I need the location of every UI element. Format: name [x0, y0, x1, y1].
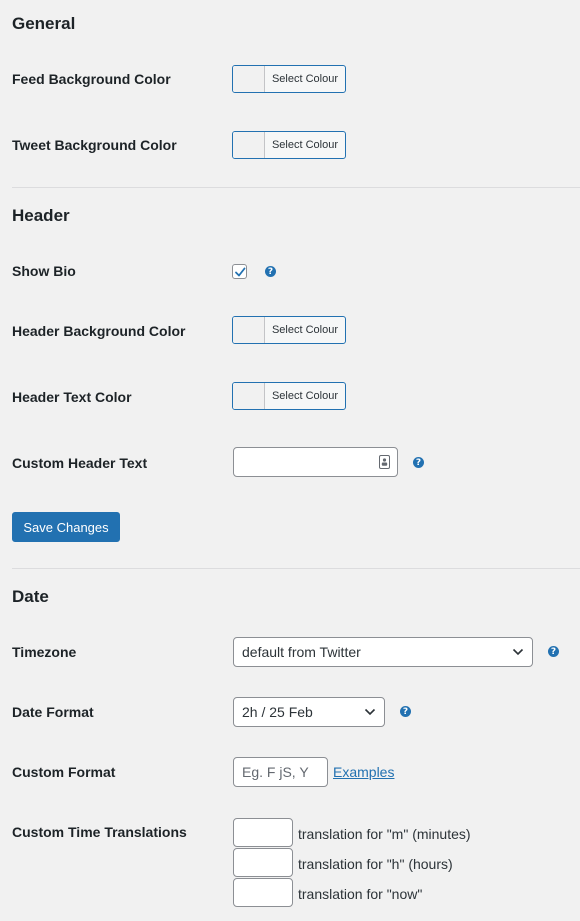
select-colour-label: Select Colour [271, 390, 339, 402]
tweet-bg-color-button[interactable]: Select Colour [232, 131, 346, 159]
select-colour-label: Select Colour [271, 73, 339, 85]
feed-bg-label: Feed Background Color [12, 71, 171, 87]
header-bg-label: Header Background Color [12, 323, 186, 339]
save-changes-button[interactable]: Save Changes [12, 512, 120, 542]
color-swatch [233, 66, 265, 92]
custom-translations-label: Custom Time Translations [12, 824, 187, 840]
header-bg-color-button[interactable]: Select Colour [232, 316, 346, 344]
translation-hours-input[interactable] [233, 848, 293, 877]
color-swatch [233, 317, 265, 343]
header-text-color-button[interactable]: Select Colour [232, 382, 346, 410]
help-icon[interactable]: ? [413, 457, 424, 468]
custom-header-field [233, 447, 398, 477]
date-format-value: 2h / 25 Feb [242, 704, 313, 720]
translation-minutes-input[interactable] [233, 818, 293, 847]
examples-link[interactable]: Examples [333, 764, 394, 780]
help-icon[interactable]: ? [400, 706, 411, 717]
translation-minutes-label: translation for "m" (minutes) [298, 826, 471, 842]
checkmark-icon [234, 267, 245, 276]
section-title-header: Header [12, 206, 70, 225]
tweet-bg-label: Tweet Background Color [12, 137, 177, 153]
select-colour-label: Select Colour [271, 139, 339, 151]
help-icon[interactable]: ? [548, 646, 559, 657]
translation-now-input[interactable] [233, 878, 293, 907]
feed-bg-color-button[interactable]: Select Colour [232, 65, 346, 93]
divider [12, 187, 580, 188]
timezone-select[interactable]: default from Twitter [233, 637, 533, 667]
section-title-general: General [12, 14, 76, 33]
custom-header-label: Custom Header Text [12, 455, 148, 471]
select-colour-label: Select Colour [271, 324, 339, 336]
show-bio-label: Show Bio [12, 263, 76, 279]
color-swatch [233, 383, 265, 409]
translation-now-label: translation for "now" [298, 886, 423, 902]
chevron-down-icon [364, 708, 376, 716]
show-bio-checkbox[interactable] [232, 264, 247, 279]
timezone-label: Timezone [12, 644, 77, 660]
custom-format-label: Custom Format [12, 764, 116, 780]
chevron-down-icon [512, 648, 524, 656]
date-format-select[interactable]: 2h / 25 Feb [233, 697, 385, 727]
section-title-date: Date [12, 587, 49, 606]
custom-header-input[interactable] [233, 447, 398, 477]
contact-card-icon [379, 455, 390, 469]
header-text-label: Header Text Color [12, 389, 132, 405]
color-swatch [233, 132, 265, 158]
date-format-label: Date Format [12, 704, 94, 720]
timezone-value: default from Twitter [242, 644, 361, 660]
help-icon[interactable]: ? [265, 266, 276, 277]
divider [12, 568, 580, 569]
translation-hours-label: translation for "h" (hours) [298, 856, 453, 872]
custom-format-input[interactable] [233, 757, 328, 787]
